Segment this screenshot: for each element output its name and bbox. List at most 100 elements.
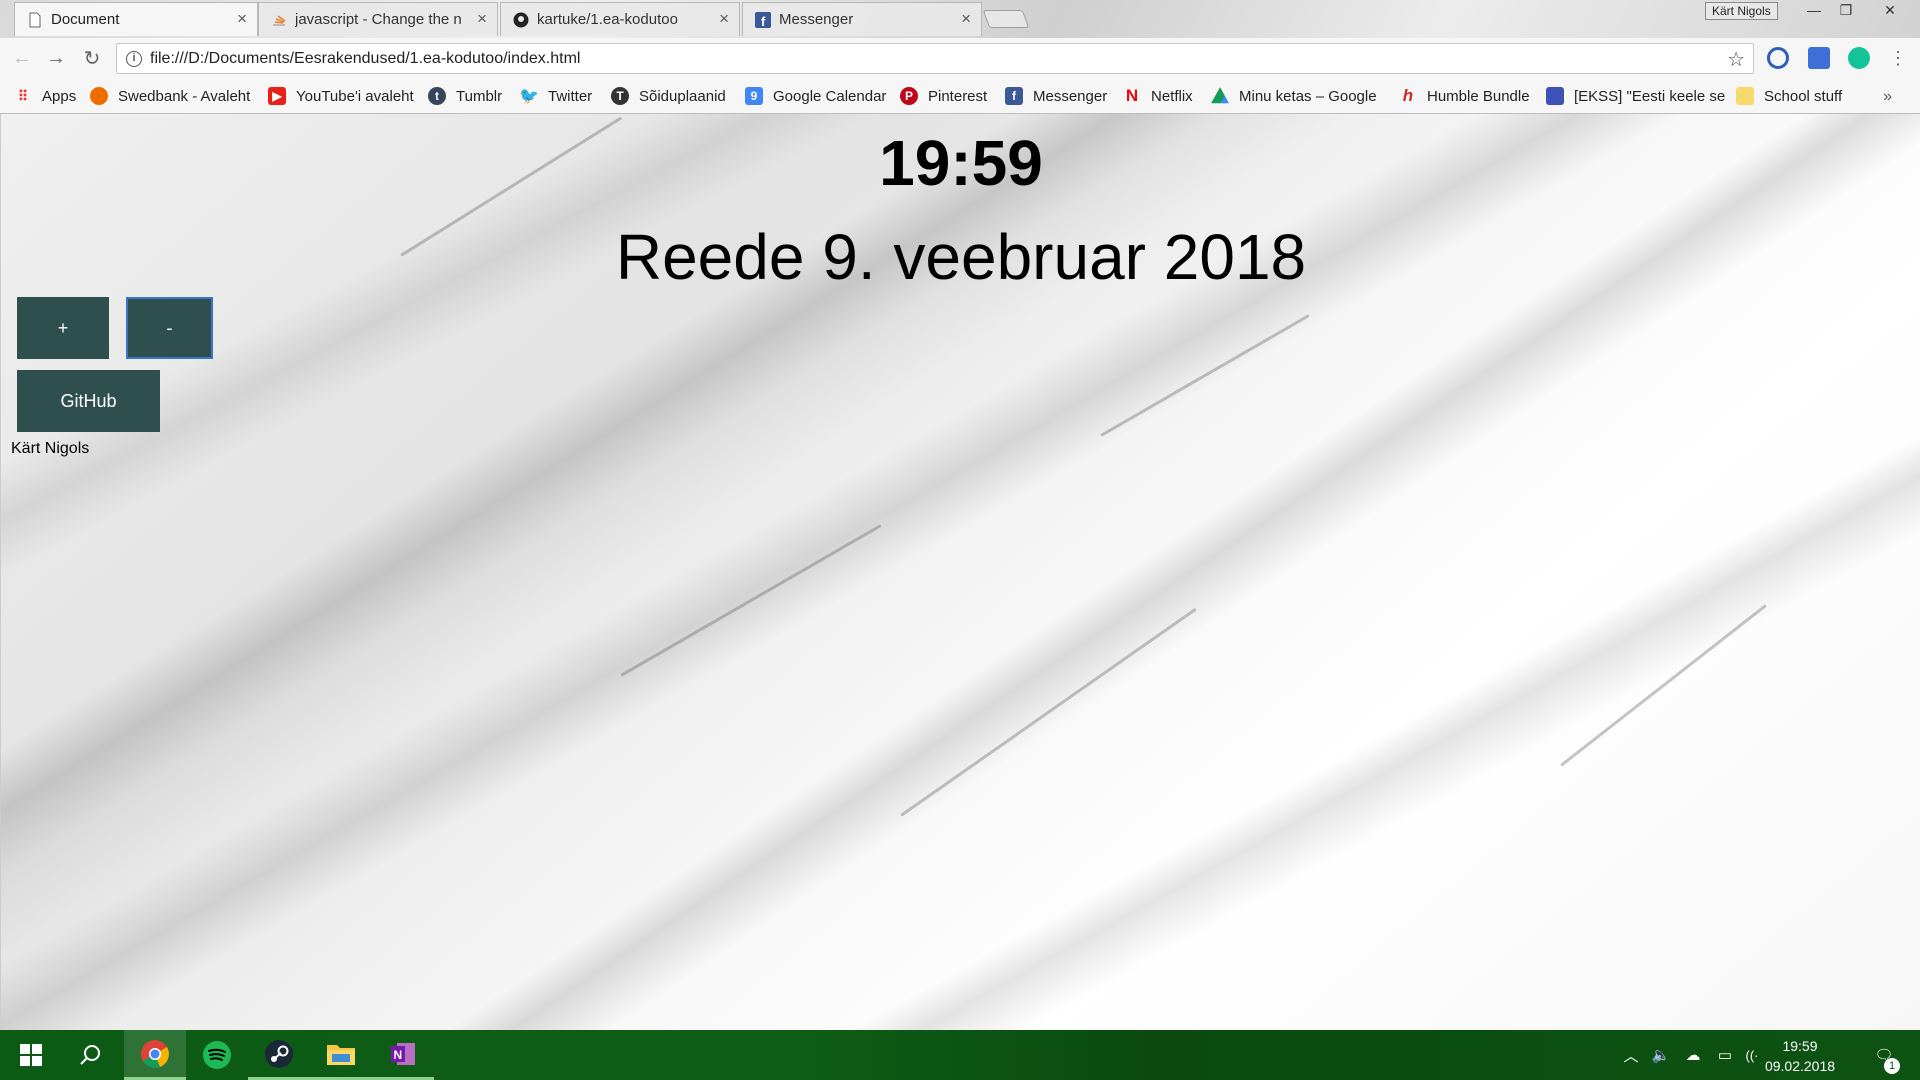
wifi-icon[interactable]: ((· (1742, 1030, 1762, 1080)
show-hidden-icons[interactable]: ︿ (1620, 1030, 1642, 1080)
tab-title: javascript - Change the n (295, 11, 462, 28)
transit-icon: T (611, 87, 629, 105)
bookmark-label: Sõiduplaanid (639, 87, 726, 105)
taskbar-onenote[interactable]: N (372, 1030, 434, 1080)
taskbar-steam[interactable] (248, 1030, 310, 1080)
marble-vein (900, 607, 1197, 817)
battery-icon[interactable]: ▭ (1712, 1030, 1738, 1080)
bookmark-humble-bundle[interactable]: h Humble Bundle (1399, 84, 1530, 108)
bookmark-google-calendar[interactable]: 9 Google Calendar (745, 84, 886, 108)
back-button[interactable]: ← (10, 46, 34, 70)
address-bar[interactable]: i file:///D:/Documents/Eesrakendused/1.e… (116, 43, 1754, 74)
profile-button[interactable]: Kärt Nigols (1705, 2, 1778, 20)
bookmark-school-stuff[interactable]: School stuff (1736, 84, 1842, 108)
marble-vein (1100, 314, 1310, 437)
marble-vein (620, 524, 882, 677)
minimize-icon[interactable]: — (1796, 0, 1832, 20)
browser-tab-bar: Document × javascript - Change the n × k… (0, 0, 1920, 38)
github-icon (513, 12, 529, 28)
tab-document[interactable]: Document × (14, 2, 258, 36)
reload-button[interactable]: ↻ (80, 46, 104, 70)
page-viewport: 19:59 Reede 9. veebruar 2018 + - GitHub … (0, 114, 1920, 1030)
volume-icon[interactable]: 🔈 (1648, 1030, 1674, 1080)
bookmark-star-icon[interactable]: ☆ (1727, 47, 1745, 72)
bookmark-label: Netflix (1151, 87, 1193, 105)
youtube-icon: ▶ (268, 87, 286, 105)
forward-button[interactable]: → (44, 46, 68, 70)
windows-logo-icon (20, 1044, 42, 1066)
bookmark-apps[interactable]: ⠿ Apps (14, 84, 76, 108)
stackoverflow-icon (273, 15, 286, 26)
decrease-size-button[interactable]: - (126, 297, 213, 359)
block-extension-icon[interactable] (1767, 47, 1789, 69)
date-display: Reede 9. veebruar 2018 (615, 221, 1307, 293)
chrome-icon (141, 1039, 169, 1068)
apps-grid-icon: ⠿ (17, 87, 29, 104)
bookmark-label: Tumblr (456, 87, 503, 105)
grammarly-icon[interactable] (1848, 47, 1870, 69)
marble-vein (1560, 604, 1767, 767)
onedrive-icon[interactable]: ☁ (1680, 1030, 1706, 1080)
restore-icon[interactable]: ❐ (1828, 0, 1864, 20)
onenote-icon: N (391, 1042, 415, 1065)
close-tab-icon[interactable]: × (477, 9, 487, 29)
bookmark-messenger[interactable]: f Messenger (1005, 84, 1107, 108)
clock-display: 19:59 (879, 127, 1043, 199)
spotify-icon (203, 1041, 231, 1069)
tab-stackoverflow[interactable]: javascript - Change the n × (258, 2, 498, 36)
humble-icon: h (1402, 86, 1414, 105)
menu-icon[interactable]: ⋮ (1886, 46, 1910, 70)
taskbar-time: 19:59 (1782, 1038, 1818, 1054)
swedbank-icon (90, 87, 108, 105)
calendar-extension-icon[interactable] (1808, 47, 1830, 69)
search-button[interactable] (60, 1030, 122, 1080)
taskbar-spotify[interactable] (186, 1030, 248, 1080)
url-text: file:///D:/Documents/Eesrakendused/1.ea-… (150, 50, 581, 67)
tumblr-icon: t (428, 87, 446, 105)
bookmark-google-drive[interactable]: Minu ketas – Google (1211, 84, 1377, 108)
close-tab-icon[interactable]: × (237, 9, 247, 29)
close-tab-icon[interactable]: × (961, 9, 971, 29)
tab-messenger[interactable]: f Messenger × (742, 2, 982, 36)
tab-github[interactable]: kartuke/1.ea-kodutoo × (500, 2, 740, 36)
action-center-button[interactable]: 🗨 1 (1864, 1030, 1904, 1080)
author-name: Kärt Nigols (11, 440, 90, 457)
taskbar-file-explorer[interactable] (310, 1030, 372, 1080)
start-button[interactable] (0, 1030, 62, 1080)
github-button[interactable]: GitHub (17, 370, 160, 432)
tab-title: kartuke/1.ea-kodutoo (537, 11, 678, 28)
netflix-icon: N (1125, 86, 1139, 105)
facebook-icon: f (1005, 87, 1023, 105)
bookmark-netflix[interactable]: N Netflix (1123, 84, 1193, 108)
bookmark-ekss[interactable]: [EKSS] "Eesti keele se (1546, 84, 1726, 108)
bookmark-youtube[interactable]: ▶ YouTube'i avaleht (268, 84, 414, 108)
increase-size-button[interactable]: + (17, 297, 109, 359)
steam-icon (265, 1039, 293, 1068)
bookmark-tumblr[interactable]: t Tumblr (428, 84, 502, 108)
ekss-icon (1546, 87, 1564, 105)
more-bookmarks-icon[interactable]: » (1883, 88, 1892, 106)
bookmarks-bar: ⠿ Apps Swedbank - Avaleht ▶ YouTube'i av… (0, 78, 1920, 114)
close-window-icon[interactable]: ✕ (1872, 0, 1908, 20)
bookmark-soiduplaanid[interactable]: T Sõiduplaanid (611, 84, 726, 108)
svg-text:N: N (394, 1048, 403, 1062)
taskbar-clock[interactable]: 19:59 09.02.2018 (1760, 1036, 1840, 1076)
bookmark-label: Twitter (548, 87, 593, 105)
facebook-icon: f (755, 12, 771, 28)
page-icon (29, 12, 41, 28)
bookmark-label: Messenger (1033, 87, 1108, 105)
taskbar-chrome[interactable] (124, 1030, 186, 1080)
bookmark-swedbank[interactable]: Swedbank - Avaleht (90, 84, 250, 108)
notification-count-badge: 1 (1884, 1058, 1900, 1074)
new-tab-button[interactable] (982, 10, 1030, 28)
bookmark-pinterest[interactable]: P Pinterest (900, 84, 987, 108)
bookmark-label: Swedbank - Avaleht (118, 87, 251, 105)
bookmark-label: Google Calendar (773, 87, 887, 105)
svg-text:f: f (761, 14, 766, 28)
windows-taskbar: N ︿ 🔈 ☁ ▭ ((· 19:59 09.02.2018 🗨 1 (0, 1030, 1920, 1080)
bookmark-label: Apps (42, 87, 77, 105)
close-tab-icon[interactable]: × (719, 9, 729, 29)
browser-toolbar: ← → ↻ i file:///D:/Documents/Eesrakendus… (0, 38, 1920, 78)
bookmark-twitter[interactable]: 🐦 Twitter (519, 84, 593, 108)
info-icon[interactable]: i (126, 51, 142, 67)
